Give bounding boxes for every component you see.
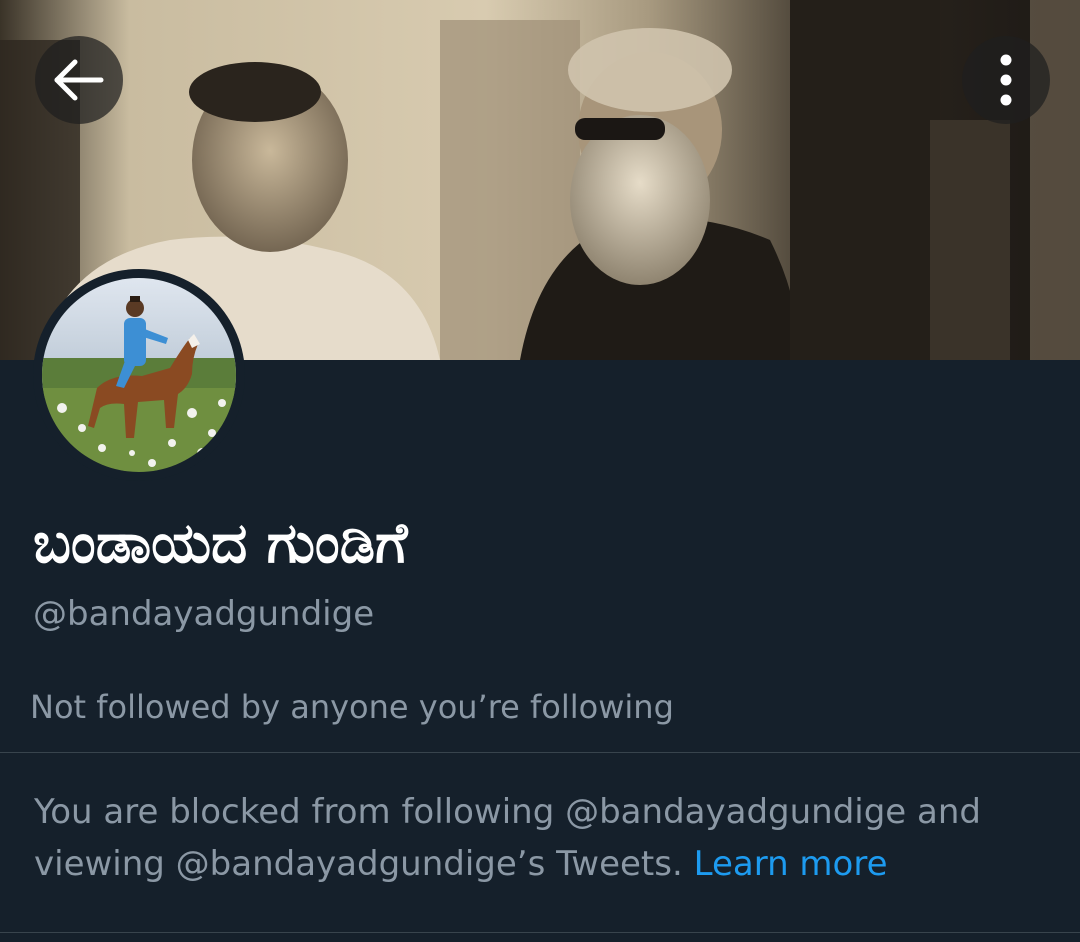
more-vertical-icon <box>1000 54 1012 106</box>
avatar-image <box>42 278 236 472</box>
more-options-button[interactable] <box>962 36 1050 124</box>
blocked-notice: You are blocked from following @bandayad… <box>34 786 1044 890</box>
profile-screen: ಬಂಡಾಯದ ಗುಂಡಿಗೆ @bandayadgundige Not foll… <box>0 0 1080 942</box>
followed-by-note: Not followed by anyone you’re following <box>30 688 674 726</box>
profile-display-name: ಬಂಡಾಯದ ಗುಂಡಿಗೆ <box>33 511 408 576</box>
back-button[interactable] <box>35 36 123 124</box>
profile-handle: @bandayadgundige <box>33 594 375 634</box>
arrow-left-icon <box>54 59 104 101</box>
divider <box>0 752 1080 753</box>
learn-more-link[interactable]: Learn more <box>694 844 888 884</box>
divider <box>0 932 1080 933</box>
avatar[interactable] <box>33 269 245 481</box>
